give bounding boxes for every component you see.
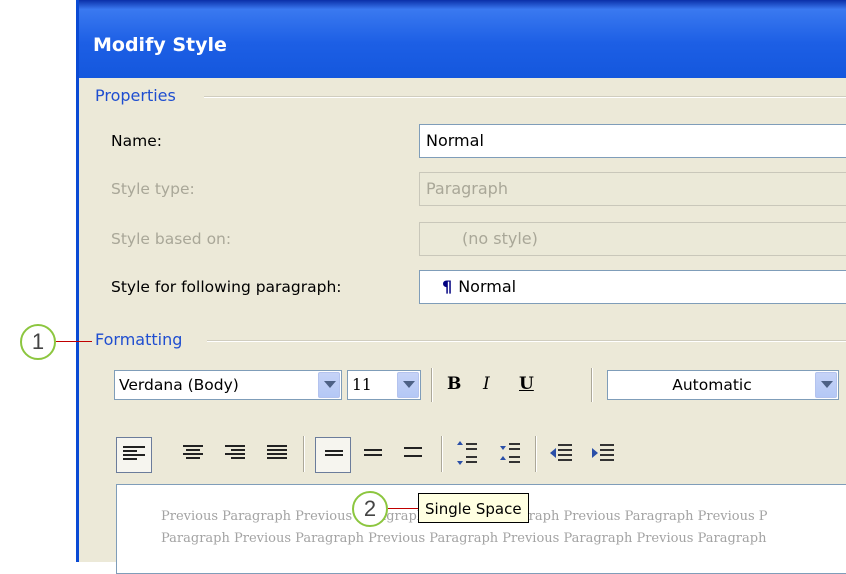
- font-value: Verdana (Body): [119, 376, 239, 394]
- title-bar[interactable]: Modify Style: [79, 0, 846, 78]
- single-space-icon: [325, 450, 343, 468]
- chevron-down-icon[interactable]: [397, 372, 419, 398]
- paragraph-mark-icon: ¶: [442, 277, 453, 296]
- style-type-field[interactable]: Paragraph: [419, 172, 846, 206]
- callout-1: 1: [20, 324, 56, 360]
- increase-paragraph-spacing-icon[interactable]: [456, 440, 478, 466]
- dialog-title: Modify Style: [93, 34, 227, 56]
- toolbar-separator: [303, 436, 305, 472]
- name-label: Name:: [111, 132, 162, 150]
- style-based-on-label: Style based on:: [111, 230, 232, 248]
- formatting-group-label: Formatting: [95, 330, 183, 349]
- name-field[interactable]: Normal: [419, 124, 846, 158]
- bold-button[interactable]: B: [447, 374, 461, 394]
- following-paragraph-value: Normal: [458, 277, 517, 296]
- style-based-on-field[interactable]: (no style): [419, 222, 846, 256]
- preview-line-2: Paragraph Previous Paragraph Previous Pa…: [161, 531, 767, 546]
- font-size-value: 11: [352, 376, 372, 394]
- align-left-icon: [123, 446, 145, 464]
- italic-button[interactable]: I: [483, 374, 490, 394]
- chevron-down-icon[interactable]: [815, 372, 837, 398]
- following-paragraph-field[interactable]: ¶ Normal: [419, 270, 846, 304]
- callout-2-leader: [388, 508, 418, 509]
- font-size-combo[interactable]: 11: [347, 370, 421, 400]
- font-combo[interactable]: Verdana (Body): [114, 370, 342, 400]
- single-space-button[interactable]: [315, 437, 351, 473]
- decrease-paragraph-spacing-icon[interactable]: [499, 440, 521, 466]
- toolbar-separator: [431, 368, 433, 402]
- align-right-icon[interactable]: [225, 445, 247, 463]
- increase-indent-icon[interactable]: [591, 442, 615, 464]
- toolbar-separator: [441, 436, 443, 472]
- toolbar-separator: [535, 436, 537, 472]
- align-center-icon[interactable]: [183, 445, 205, 463]
- justify-icon[interactable]: [267, 445, 289, 463]
- modify-style-dialog: Modify Style Properties Name: Normal Sty…: [76, 0, 846, 574]
- chevron-down-icon[interactable]: [318, 372, 340, 398]
- toolbar-separator: [591, 368, 593, 402]
- double-space-icon[interactable]: [404, 447, 422, 465]
- callout-2: 2: [352, 491, 388, 527]
- align-left-button[interactable]: [116, 437, 152, 473]
- font-color-combo[interactable]: Automatic: [607, 370, 839, 400]
- underline-button[interactable]: U: [519, 374, 534, 394]
- formatting-divider: [207, 340, 846, 342]
- font-color-value: Automatic: [672, 376, 752, 394]
- properties-divider: [204, 96, 846, 98]
- properties-group-label: Properties: [95, 86, 176, 105]
- single-space-tooltip: Single Space: [418, 493, 529, 523]
- style-type-label: Style type:: [111, 180, 195, 198]
- decrease-indent-icon[interactable]: [549, 442, 573, 464]
- one-half-space-icon[interactable]: [364, 449, 382, 467]
- following-paragraph-label: Style for following paragraph:: [111, 278, 342, 296]
- callout-1-leader: [56, 341, 92, 342]
